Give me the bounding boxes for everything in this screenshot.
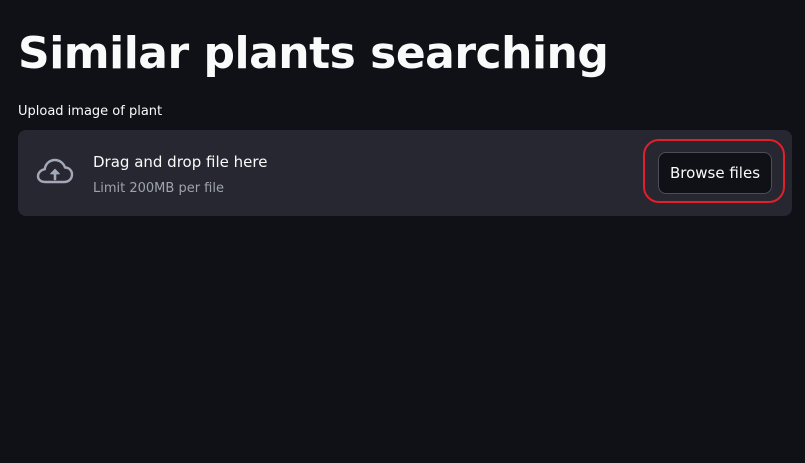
file-size-limit: Limit 200MB per file [93,181,224,196]
page-title: Similar plants searching [18,28,609,79]
cloud-upload-icon [36,158,74,184]
dropzone-instruction: Drag and drop file here [93,153,268,171]
file-dropzone[interactable]: Drag and drop file here Limit 200MB per … [18,130,792,216]
upload-label: Upload image of plant [18,104,163,119]
browse-files-button[interactable]: Browse files [658,152,772,194]
